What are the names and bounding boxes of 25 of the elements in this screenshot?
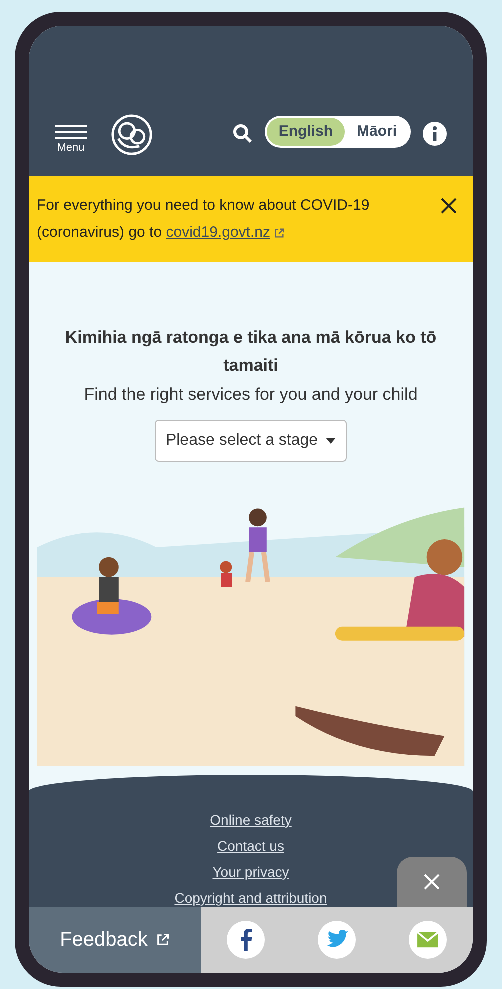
- logo-icon: [111, 114, 153, 156]
- close-icon: [424, 874, 440, 890]
- stage-select[interactable]: Please select a stage: [154, 420, 348, 462]
- bird-icon[interactable]: [318, 921, 356, 959]
- close-icon[interactable]: [441, 198, 457, 214]
- external-link-icon: [274, 228, 286, 239]
- footer-link[interactable]: Copyright and attribution: [174, 889, 328, 908]
- caret-icon: [326, 438, 336, 444]
- language-option[interactable]: English: [266, 118, 345, 146]
- covid-link[interactable]: covid19.govt.nz: [166, 224, 286, 241]
- info-icon[interactable]: [423, 122, 447, 146]
- facebook-icon[interactable]: [227, 921, 266, 959]
- menu-icon: [55, 124, 87, 140]
- hero-subtitle: Find the right services for you and your child: [84, 384, 418, 406]
- hero-title: Kimihia ngā ratonga e tika ana mā kōrua ko tō tamaiti: [64, 327, 438, 377]
- footer-link[interactable]: Online safety: [210, 811, 292, 830]
- close-share-button[interactable]: [397, 857, 467, 907]
- footer-link[interactable]: Your privacy: [212, 863, 290, 882]
- banner-text: For everything you need to know about COVID-19 (coronavirus) go to covid19.govt.nz: [37, 196, 371, 243]
- search-icon[interactable]: [232, 124, 253, 144]
- external-link-icon: [156, 933, 170, 947]
- feedback-link[interactable]: Feedback: [29, 907, 201, 973]
- footer-link[interactable]: Contact us: [218, 837, 284, 856]
- menu-button[interactable]: Menu: [55, 124, 87, 156]
- language-option[interactable]: Māori: [344, 118, 409, 146]
